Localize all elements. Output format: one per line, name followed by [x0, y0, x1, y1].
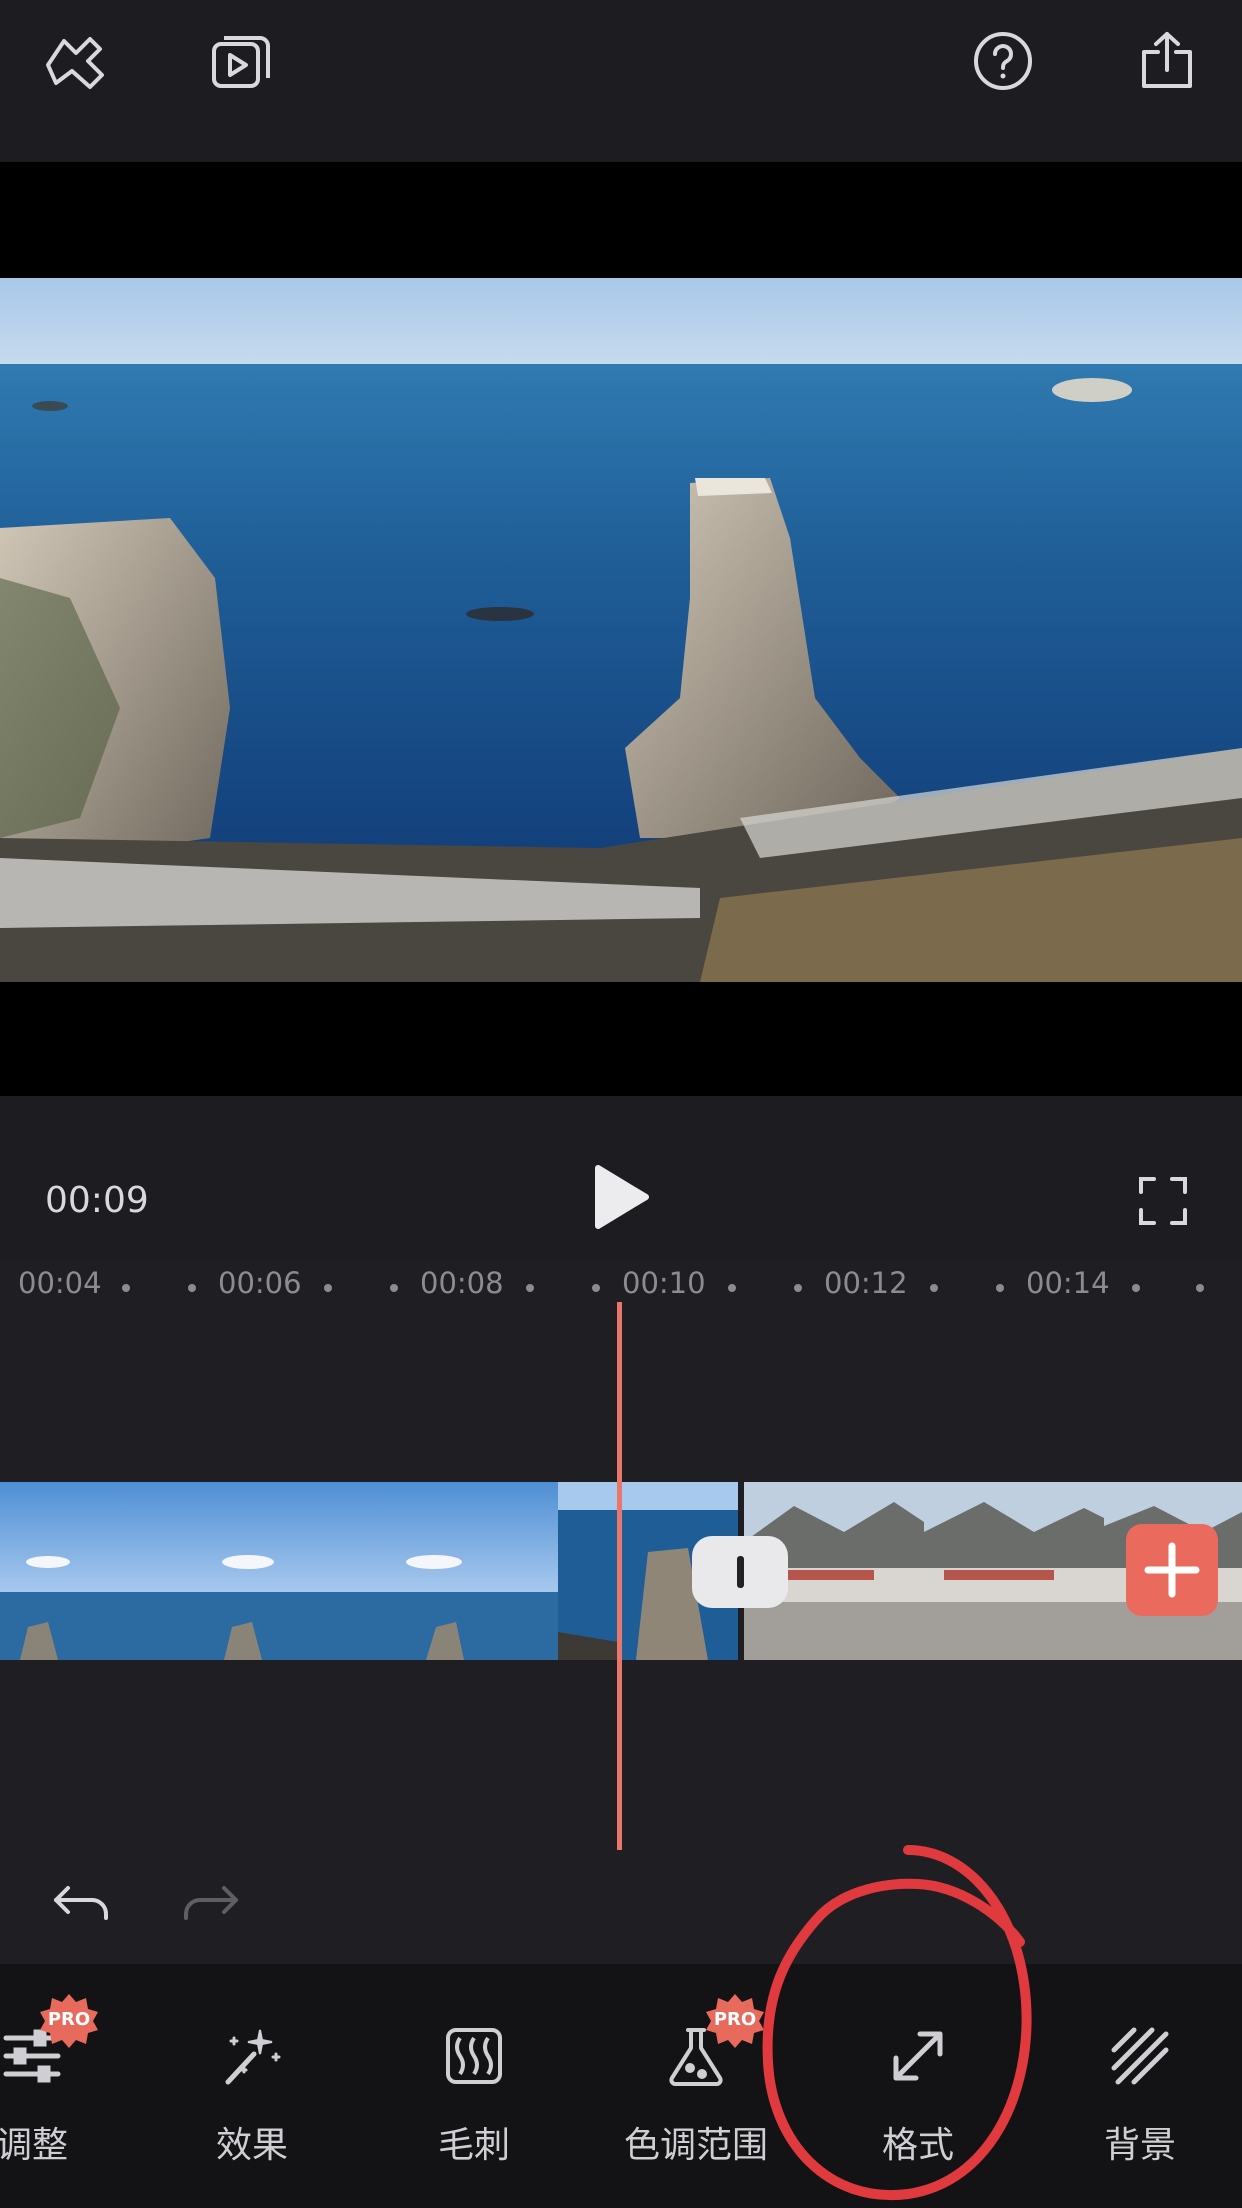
ruler-dot — [592, 1284, 600, 1292]
ruler-dot — [526, 1284, 534, 1292]
add-clip-button[interactable] — [1126, 1524, 1218, 1616]
share-icon[interactable] — [1132, 26, 1202, 96]
pro-badge: PRO — [36, 1992, 102, 2048]
ruler-tick: 00:10 — [622, 1266, 706, 1300]
tool-label: 背景 — [1103, 2125, 1176, 2166]
play-icon[interactable] — [590, 1162, 652, 1232]
stripes-icon — [1111, 2027, 1169, 2085]
undo-icon[interactable] — [50, 1878, 112, 1928]
ruler-tick: 00:14 — [1026, 1266, 1110, 1300]
coastal-rock-clip[interactable] — [0, 1482, 738, 1660]
ruler-dot — [930, 1284, 938, 1292]
help-icon[interactable] — [968, 26, 1038, 96]
ruler-dot — [996, 1284, 1004, 1292]
tool-format[interactable]: 格式 — [818, 2024, 1018, 2174]
brand-logo-icon[interactable] — [40, 26, 110, 96]
playhead[interactable] — [617, 1302, 622, 1850]
plus-icon — [1144, 1542, 1200, 1598]
resize-icon — [893, 2031, 943, 2081]
redo-icon[interactable] — [180, 1878, 242, 1928]
ruler-dot — [188, 1284, 196, 1292]
tool-background[interactable]: 背景 — [1040, 2024, 1240, 2174]
tool-label: 格式 — [881, 2125, 954, 2166]
player-controls: 00:09 — [0, 1096, 1242, 1260]
transition-handle[interactable] — [692, 1536, 788, 1608]
top-bar — [0, 0, 1242, 162]
current-time: 00:09 — [45, 1180, 149, 1221]
ruler-dot — [794, 1284, 802, 1292]
magic-wand-icon — [225, 2029, 281, 2085]
video-preview[interactable] — [0, 162, 1242, 1096]
clip-thumbnail — [0, 1482, 198, 1660]
clip-thumbnail — [924, 1482, 1104, 1660]
tool-label: 色调范围 — [623, 2125, 768, 2166]
video-library-icon[interactable] — [206, 26, 276, 96]
clip-thumbnail — [378, 1482, 558, 1660]
timeline[interactable]: 00:04 00:06 00:08 00:10 00:12 00:14 — [0, 1260, 1242, 1964]
tool-effects[interactable]: 效果 — [152, 2024, 352, 2174]
ruler-dot — [728, 1284, 736, 1292]
ruler-dot — [324, 1284, 332, 1292]
ruler-tick: 00:04 — [18, 1266, 102, 1300]
ruler-tick: 00:12 — [824, 1266, 908, 1300]
ruler-dot — [122, 1284, 130, 1292]
glitch-icon — [446, 2028, 502, 2084]
ruler-dot — [1132, 1284, 1140, 1292]
clip-thumbnail — [198, 1482, 378, 1660]
tool-label: 调整 — [0, 2125, 68, 2166]
ruler-dot — [1196, 1284, 1204, 1292]
pro-badge: PRO — [702, 1992, 768, 2048]
ruler-dot — [390, 1284, 398, 1292]
edit-toolbar: 调整 PRO 效果 毛刺 色调范围 PRO 格式 背景 — [0, 1964, 1242, 2208]
tool-label: 毛刺 — [437, 2125, 510, 2166]
tool-glitch[interactable]: 毛刺 — [374, 2024, 574, 2174]
handle-grip-icon — [736, 1556, 744, 1588]
tool-label: 效果 — [215, 2125, 288, 2166]
ruler-tick: 00:08 — [420, 1266, 504, 1300]
fullscreen-icon[interactable] — [1138, 1176, 1188, 1226]
preview-frame — [0, 278, 1242, 982]
ruler-tick: 00:06 — [218, 1266, 302, 1300]
timeline-ruler: 00:04 00:06 00:08 00:10 00:12 00:14 — [0, 1260, 1242, 1302]
